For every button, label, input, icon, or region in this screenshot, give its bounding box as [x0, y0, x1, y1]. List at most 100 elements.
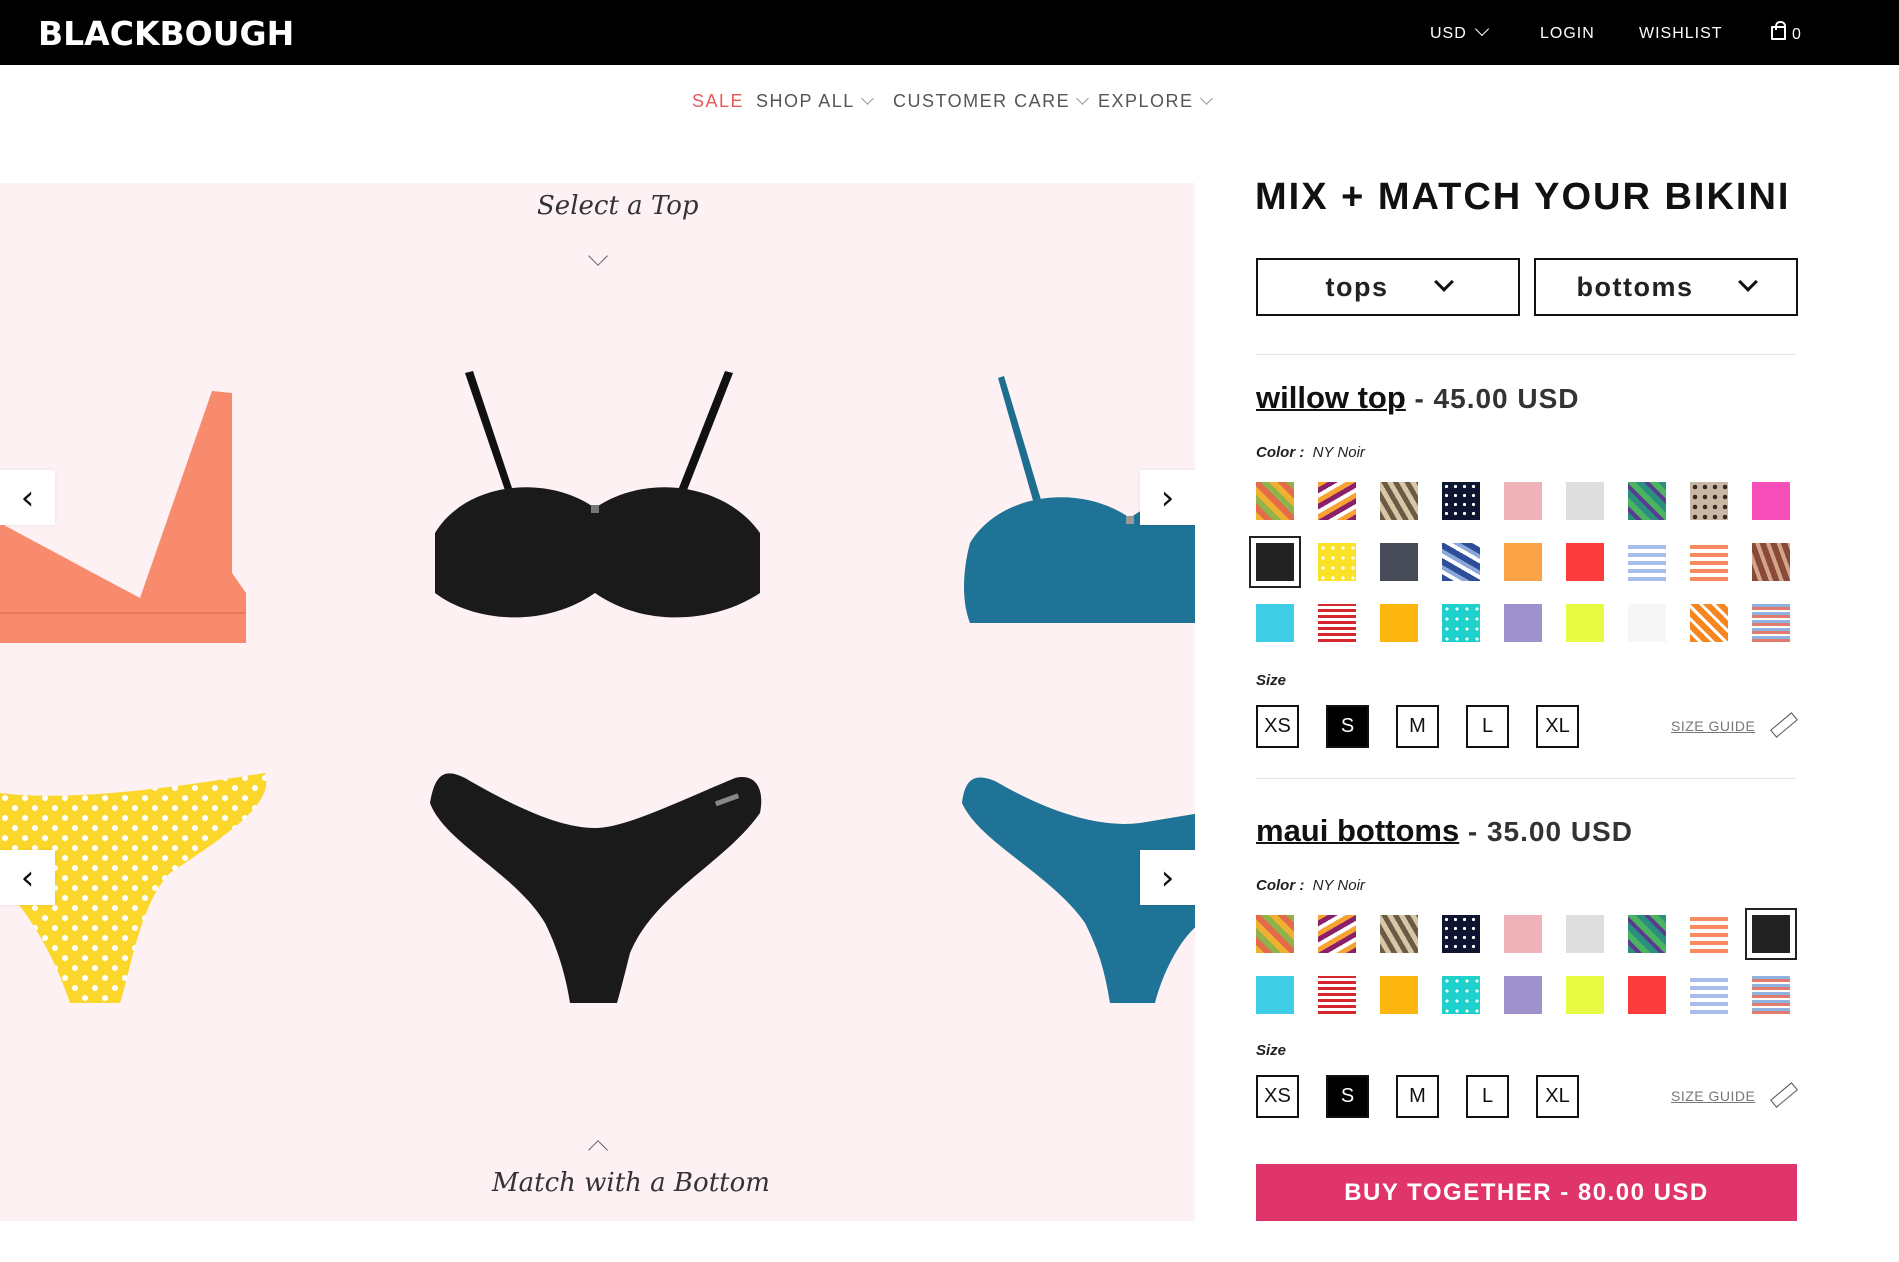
- bottoms-dropdown[interactable]: bottoms: [1534, 258, 1798, 316]
- tops-dropdown-label: tops: [1325, 271, 1389, 302]
- size-option-xl[interactable]: XL: [1536, 1075, 1579, 1118]
- top-color-label: Color : NY Noir: [1256, 444, 1365, 461]
- size-guide-link[interactable]: SIZE GUIDE: [1671, 718, 1755, 734]
- swatch[interactable]: [1566, 482, 1604, 520]
- swatch[interactable]: [1318, 543, 1356, 581]
- page-title: MIX + MATCH YOUR BIKINI: [1255, 176, 1791, 218]
- top-size-label: Size: [1256, 672, 1287, 689]
- swatch[interactable]: [1504, 543, 1542, 581]
- swatch[interactable]: [1380, 543, 1418, 581]
- swatch[interactable]: [1380, 976, 1418, 1014]
- currency-selector[interactable]: USD: [1430, 21, 1489, 43]
- top-swatch-row-2: [1249, 536, 1814, 588]
- chevron-up-icon: [588, 1140, 608, 1160]
- nav-explore[interactable]: EXPLORE: [1098, 91, 1213, 112]
- bottom-color-value: NY Noir: [1312, 877, 1365, 894]
- swatch[interactable]: [1256, 976, 1294, 1014]
- swatch[interactable]: [1628, 915, 1666, 953]
- swatch[interactable]: [1442, 976, 1480, 1014]
- swatch[interactable]: [1628, 482, 1666, 520]
- size-option-s[interactable]: S: [1326, 705, 1369, 748]
- bottom-prev-button[interactable]: ‹: [0, 850, 55, 905]
- top-prev-button[interactable]: ‹: [0, 470, 55, 525]
- swatch[interactable]: [1752, 976, 1790, 1014]
- bottom-next-button[interactable]: ›: [1140, 850, 1195, 905]
- size-option-m[interactable]: M: [1396, 705, 1439, 748]
- top-bar: BLACKBOUGH USD LOGIN WISHLIST 0: [0, 0, 1899, 65]
- swatch[interactable]: [1256, 604, 1294, 642]
- swatch[interactable]: [1380, 915, 1418, 953]
- nav-explore-label: EXPLORE: [1098, 91, 1194, 111]
- chevron-right-icon: ›: [1160, 477, 1175, 518]
- swatch[interactable]: [1504, 604, 1542, 642]
- nav-shop-all[interactable]: SHOP ALL: [756, 91, 874, 112]
- swatch[interactable]: [1442, 482, 1480, 520]
- swatch[interactable]: [1752, 543, 1790, 581]
- black-bottom-image[interactable]: [425, 773, 765, 1013]
- swatch[interactable]: [1690, 915, 1728, 953]
- login-link[interactable]: LOGIN: [1540, 25, 1595, 43]
- swatch[interactable]: [1256, 915, 1294, 953]
- buy-together-button[interactable]: BUY TOGETHER - 80.00 USD: [1256, 1164, 1797, 1221]
- swatch[interactable]: [1690, 482, 1728, 520]
- top-next-button[interactable]: ›: [1140, 470, 1195, 525]
- swatch[interactable]: [1690, 604, 1728, 642]
- swatch[interactable]: [1566, 543, 1604, 581]
- size-option-xl[interactable]: XL: [1536, 705, 1579, 748]
- swatch[interactable]: [1566, 976, 1604, 1014]
- bottom-product-name-link[interactable]: maui bottoms: [1256, 813, 1459, 848]
- swatch[interactable]: [1690, 976, 1728, 1014]
- cart-button[interactable]: 0: [1771, 21, 1802, 44]
- size-option-l[interactable]: L: [1466, 705, 1509, 748]
- cart-count: 0: [1792, 26, 1802, 43]
- product-carousel-stage: Select a Top ‹ › ‹ › Match with a Bottom: [0, 183, 1195, 1221]
- swatch[interactable]: [1504, 976, 1542, 1014]
- top-product-heading: willow top - 45.00 USD: [1256, 380, 1580, 415]
- nav-customer-care[interactable]: CUSTOMER CARE: [893, 91, 1090, 112]
- chevron-down-icon: [1076, 92, 1090, 105]
- bottoms-dropdown-label: bottoms: [1576, 271, 1694, 302]
- swatch[interactable]: [1628, 976, 1666, 1014]
- swatch[interactable]: [1380, 604, 1418, 642]
- swatch[interactable]: [1566, 915, 1604, 953]
- swatch[interactable]: [1318, 482, 1356, 520]
- swatch[interactable]: [1504, 915, 1542, 953]
- size-option-m[interactable]: M: [1396, 1075, 1439, 1118]
- swatch[interactable]: [1256, 482, 1294, 520]
- size-option-xs[interactable]: XS: [1256, 1075, 1299, 1118]
- tops-dropdown[interactable]: tops: [1256, 258, 1520, 316]
- ruler-icon: [1770, 1082, 1798, 1108]
- size-option-l[interactable]: L: [1466, 1075, 1509, 1118]
- nav-shop-all-label: SHOP ALL: [756, 91, 855, 111]
- size-guide-link[interactable]: SIZE GUIDE: [1671, 1088, 1755, 1104]
- swatch[interactable]: [1318, 604, 1356, 642]
- swatch[interactable]: [1442, 604, 1480, 642]
- top-product-name-link[interactable]: willow top: [1256, 380, 1406, 415]
- swatch[interactable]: [1442, 543, 1480, 581]
- swatch[interactable]: [1752, 604, 1790, 642]
- swatch-selected[interactable]: [1745, 908, 1797, 960]
- swatch[interactable]: [1318, 915, 1356, 953]
- currency-label: USD: [1430, 25, 1467, 42]
- bottom-swatch-row-1: [1256, 908, 1814, 960]
- swatch[interactable]: [1442, 915, 1480, 953]
- divider: [1256, 778, 1796, 779]
- wishlist-link[interactable]: WISHLIST: [1639, 25, 1723, 43]
- chevron-down-icon: [1738, 272, 1759, 292]
- chevron-down-icon: [1474, 21, 1489, 37]
- black-top-image[interactable]: [425, 363, 765, 653]
- swatch[interactable]: [1690, 543, 1728, 581]
- swatch[interactable]: [1318, 976, 1356, 1014]
- size-option-s[interactable]: S: [1326, 1075, 1369, 1118]
- swatch[interactable]: [1752, 482, 1790, 520]
- match-bottom-label: Match with a Bottom: [492, 1168, 770, 1198]
- size-option-xs[interactable]: XS: [1256, 705, 1299, 748]
- brand-logo[interactable]: BLACKBOUGH: [38, 14, 294, 53]
- nav-sale[interactable]: SALE: [692, 91, 744, 112]
- swatch[interactable]: [1628, 604, 1666, 642]
- swatch-selected[interactable]: [1249, 536, 1301, 588]
- swatch[interactable]: [1504, 482, 1542, 520]
- swatch[interactable]: [1566, 604, 1604, 642]
- swatch[interactable]: [1380, 482, 1418, 520]
- swatch[interactable]: [1628, 543, 1666, 581]
